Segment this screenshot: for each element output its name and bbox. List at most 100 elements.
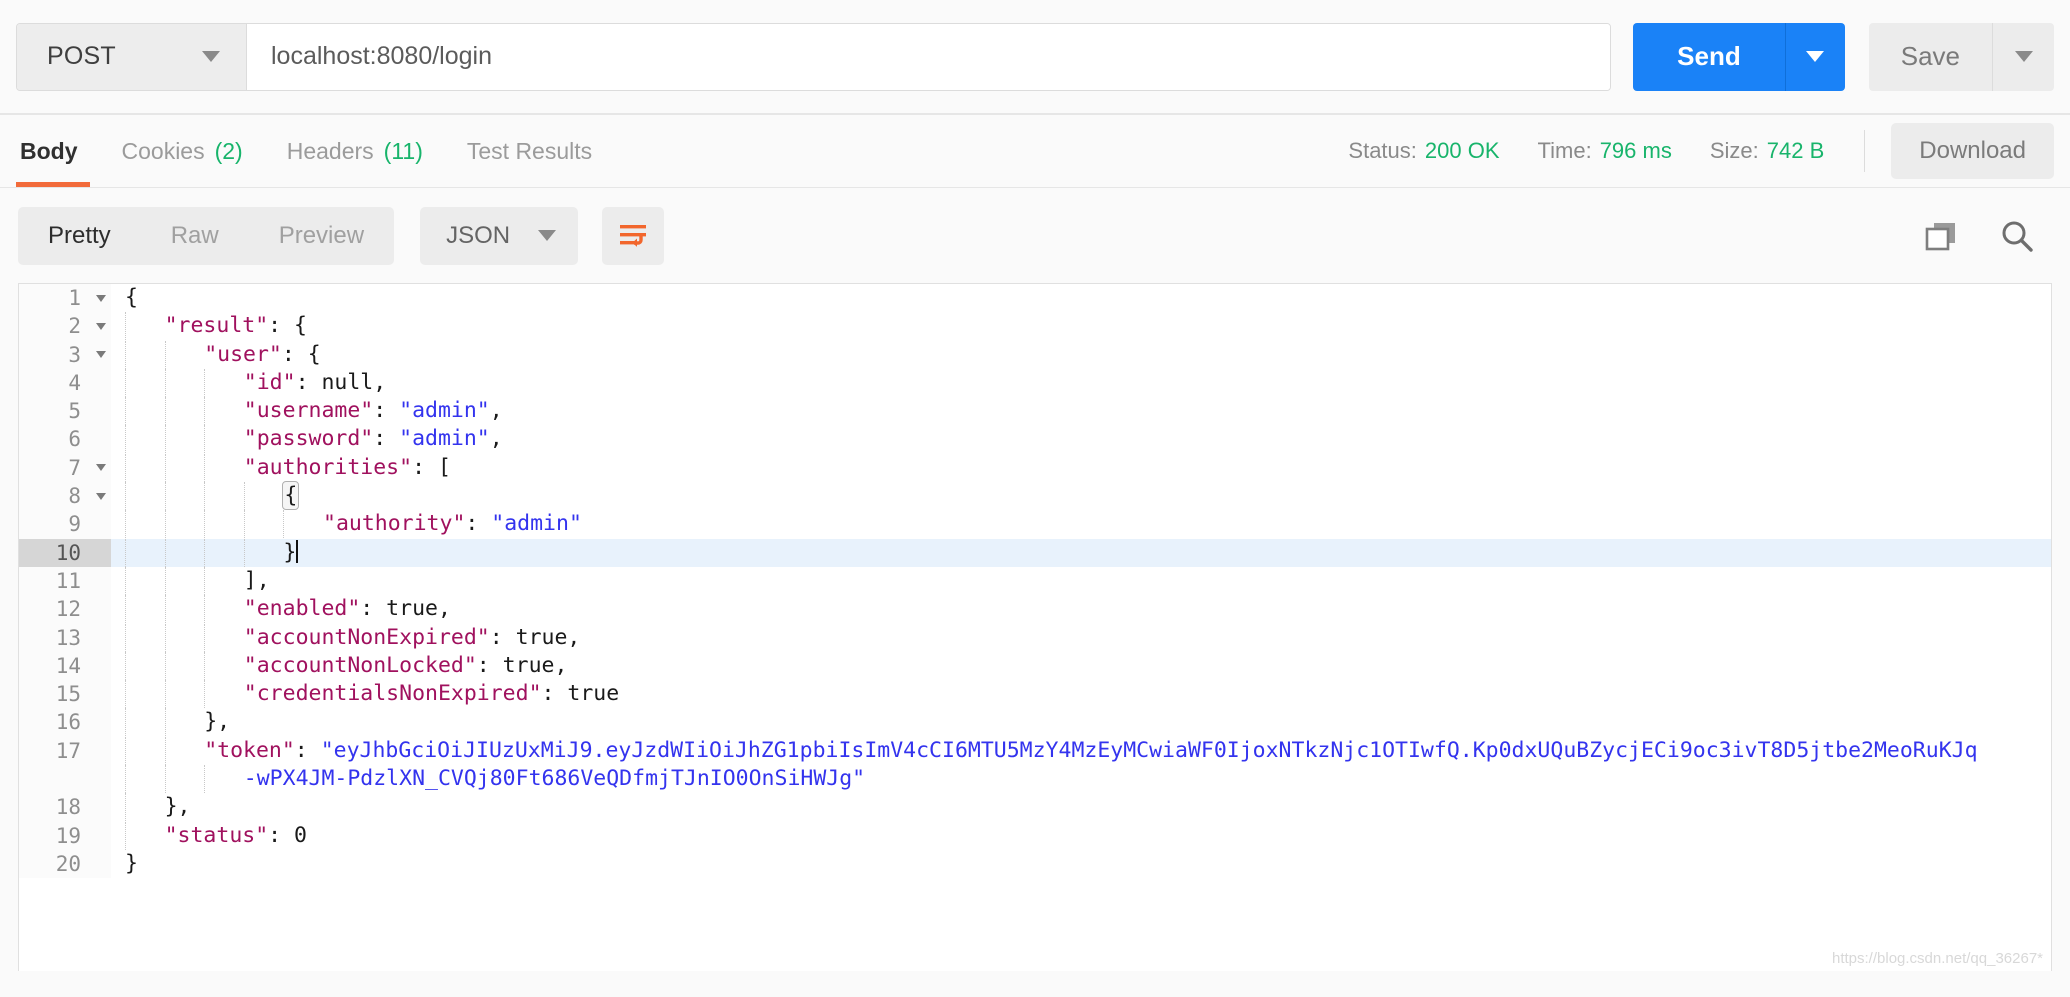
http-method-select[interactable]: POST xyxy=(17,23,247,90)
code-line[interactable]: 16}, xyxy=(19,708,2051,737)
indent-guide xyxy=(204,680,206,709)
fold-spacer xyxy=(91,425,111,454)
view-mode-pretty-label: Pretty xyxy=(48,221,111,249)
indent-guide xyxy=(164,510,166,539)
send-button-group: Send xyxy=(1633,22,1845,91)
tab-cookies[interactable]: Cookies (2) xyxy=(100,115,265,187)
line-number: 6 xyxy=(19,425,91,454)
code-line[interactable]: 8{ xyxy=(19,481,2051,511)
response-tabs: Body Cookies (2) Headers (11) Test Resul… xyxy=(16,115,614,187)
download-button[interactable]: Download xyxy=(1891,123,2054,179)
tab-test-results[interactable]: Test Results xyxy=(445,115,614,187)
line-number: 20 xyxy=(19,849,91,879)
save-button[interactable]: Save xyxy=(1869,23,1992,91)
json-key: "id" xyxy=(243,369,296,395)
send-options-button[interactable] xyxy=(1784,22,1845,91)
code-line[interactable]: 7 "authorities": [ xyxy=(19,453,2051,483)
code-text: "id": null, xyxy=(111,368,2051,397)
tab-test-results-label: Test Results xyxy=(466,137,593,164)
code-line[interactable]: 20} xyxy=(19,849,2051,879)
fold-spacer xyxy=(91,736,111,766)
fold-toggle-icon[interactable] xyxy=(91,340,111,369)
tab-headers[interactable]: Headers (11) xyxy=(265,115,445,187)
json-string-value: "admin" xyxy=(491,511,582,537)
code-line[interactable]: 3 "user": { xyxy=(19,340,2051,369)
response-body-editor[interactable]: 1{2 "result": {3 "user": {4 "id": null, 5 "us… xyxy=(18,283,2052,971)
http-method-label: POST xyxy=(47,42,116,70)
fold-spacer xyxy=(91,397,111,426)
code-text: "user": { xyxy=(111,340,2051,369)
code-line[interactable]: 9 "authority": "admin" xyxy=(19,510,2051,539)
indent-guide xyxy=(283,510,285,539)
indent-guide xyxy=(164,708,166,737)
indent-guide xyxy=(164,736,166,765)
code-line[interactable]: 13 "accountNonExpired": true, xyxy=(19,623,2051,652)
body-view-toolbar: Pretty Raw Preview JSON xyxy=(0,188,2070,283)
indent-guide xyxy=(243,538,245,567)
fold-toggle-icon[interactable] xyxy=(91,284,111,313)
fold-toggle-icon[interactable] xyxy=(91,482,111,511)
json-punctuation: : xyxy=(373,398,400,424)
indent-guide xyxy=(125,397,126,426)
indent-guide xyxy=(164,453,166,482)
line-number: 5 xyxy=(19,397,91,426)
code-text: "password": "admin", xyxy=(111,425,2051,454)
line-number: 18 xyxy=(19,793,91,822)
response-tabs-bar: Body Cookies (2) Headers (11) Test Resul… xyxy=(0,115,2070,188)
search-button[interactable] xyxy=(2000,219,2034,253)
indent-guide xyxy=(125,425,126,454)
copy-button[interactable] xyxy=(1924,220,1958,252)
json-punctuation: : xyxy=(373,426,400,452)
json-punctuation: ], xyxy=(243,567,270,593)
code-line[interactable]: 6 "password": "admin", xyxy=(19,425,2051,454)
code-line[interactable]: 14 "accountNonLocked": true, xyxy=(19,651,2051,681)
url-input[interactable]: localhost:8080/login xyxy=(247,23,1611,90)
indent-guide xyxy=(204,482,206,511)
indent-guide xyxy=(125,680,126,709)
send-button[interactable]: Send xyxy=(1633,22,1785,91)
fold-toggle-icon[interactable] xyxy=(91,312,111,341)
fold-toggle-icon[interactable] xyxy=(91,453,111,483)
json-key: "user" xyxy=(204,341,282,367)
view-mode-raw[interactable]: Raw xyxy=(141,207,249,265)
json-key: "authorities" xyxy=(243,454,413,480)
code-line[interactable]: 19 "status": 0 xyxy=(19,821,2051,850)
code-line[interactable]: -wPX4JM-PdzlXN_CVQj80Ft686VeQDfmjTJnIO0O… xyxy=(19,765,2051,794)
indent-guide xyxy=(125,623,126,652)
indent-guide xyxy=(125,312,126,341)
json-punctuation: }, xyxy=(164,794,191,820)
code-line[interactable]: 12 "enabled": true, xyxy=(19,595,2051,624)
indent-guide xyxy=(204,765,206,794)
word-wrap-toggle[interactable] xyxy=(602,206,665,265)
indent-guide xyxy=(204,566,206,595)
indent-guide xyxy=(125,368,126,397)
body-format-select[interactable]: JSON xyxy=(420,206,579,265)
code-line[interactable]: 2 "result": { xyxy=(19,312,2051,341)
code-line[interactable]: 5 "username": "admin", xyxy=(19,397,2051,426)
indent-guide xyxy=(204,368,206,397)
indent-guide xyxy=(164,368,166,397)
code-line[interactable]: 1{ xyxy=(19,284,2051,313)
line-number: 8 xyxy=(19,482,91,511)
code-line[interactable]: 18}, xyxy=(19,793,2051,822)
line-number: 16 xyxy=(19,708,91,737)
indent-guide xyxy=(164,482,166,511)
view-mode-pretty[interactable]: Pretty xyxy=(18,207,141,265)
code-text: -wPX4JM-PdzlXN_CVQj80Ft686VeQDfmjTJnIO0O… xyxy=(111,765,2051,794)
json-punctuation: : true, xyxy=(360,596,451,622)
json-punctuation: , xyxy=(489,398,503,424)
json-punctuation: } xyxy=(125,850,138,876)
code-line[interactable]: 11], xyxy=(19,566,2051,596)
save-options-button[interactable] xyxy=(1992,22,2054,91)
tab-body[interactable]: Body xyxy=(16,115,100,187)
fold-spacer xyxy=(91,368,111,398)
fold-spacer xyxy=(91,566,111,596)
code-text: { xyxy=(111,284,2051,312)
indent-guide xyxy=(125,453,126,482)
code-line[interactable]: 4 "id": null, xyxy=(19,368,2051,398)
code-line[interactable]: 10} xyxy=(19,538,2051,567)
indent-guide xyxy=(204,510,206,539)
code-line[interactable]: 15 "credentialsNonExpired": true xyxy=(19,680,2051,709)
code-line[interactable]: 17 "token": "eyJhbGciOiJIUzUxMiJ9.eyJzdWI… xyxy=(19,736,2051,766)
view-mode-preview[interactable]: Preview xyxy=(249,207,394,265)
